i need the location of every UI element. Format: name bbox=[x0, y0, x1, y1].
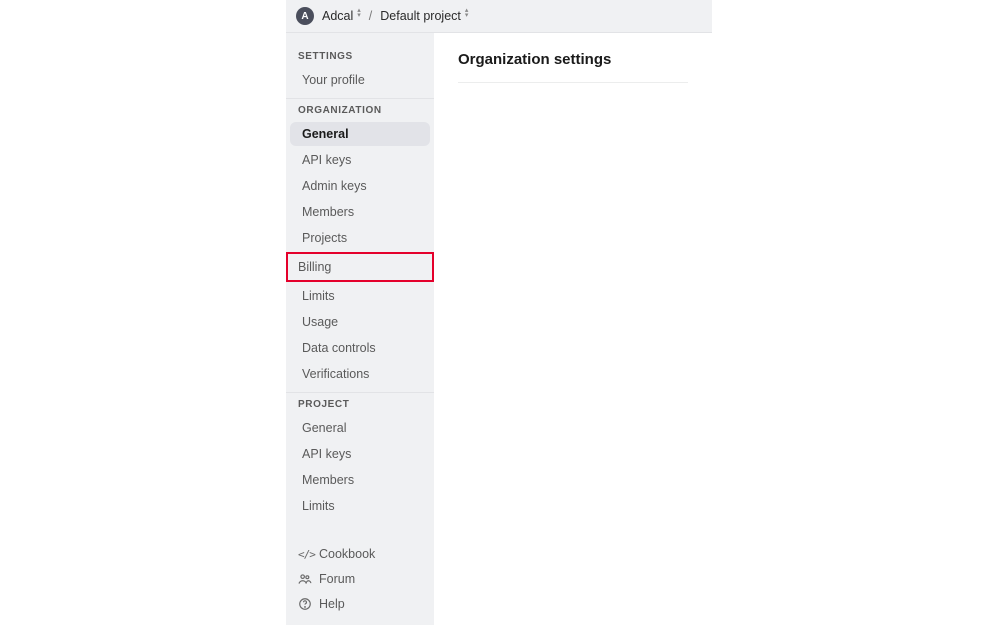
footer-label: Help bbox=[319, 597, 345, 611]
breadcrumb-project-label: Default project bbox=[380, 9, 461, 23]
sidebar-item-projects[interactable]: Projects bbox=[290, 226, 430, 250]
app-container: A Adcal ▴▾ / Default project ▴▾ SETTINGS… bbox=[286, 0, 712, 625]
sidebar-section-settings: SETTINGS Your profile bbox=[286, 47, 434, 99]
help-icon bbox=[298, 597, 312, 611]
sidebar-section-organization: ORGANIZATION General API keys Admin keys… bbox=[286, 101, 434, 393]
section-header: SETTINGS bbox=[286, 47, 434, 68]
sidebar-item-project-api-keys[interactable]: API keys bbox=[290, 442, 430, 466]
main-content: Organization settings bbox=[434, 33, 712, 625]
footer-label: Cookbook bbox=[319, 547, 375, 561]
sidebar-footer: Cookbook Forum Help bbox=[286, 536, 434, 625]
page-title: Organization settings bbox=[458, 51, 688, 83]
sidebar-item-general[interactable]: General bbox=[290, 122, 430, 146]
sidebar-item-your-profile[interactable]: Your profile bbox=[290, 68, 430, 92]
sidebar-item-project-members[interactable]: Members bbox=[290, 468, 430, 492]
footer-label: Forum bbox=[319, 572, 355, 586]
sidebar-item-data-controls[interactable]: Data controls bbox=[290, 336, 430, 360]
section-header: ORGANIZATION bbox=[286, 101, 434, 122]
sidebar-item-verifications[interactable]: Verifications bbox=[290, 362, 430, 386]
footer-forum[interactable]: Forum bbox=[290, 567, 430, 591]
users-icon bbox=[298, 572, 312, 586]
sidebar-item-usage[interactable]: Usage bbox=[290, 310, 430, 334]
sidebar-item-billing[interactable]: Billing bbox=[286, 252, 434, 282]
topbar: A Adcal ▴▾ / Default project ▴▾ bbox=[286, 0, 712, 32]
sidebar: SETTINGS Your profile ORGANIZATION Gener… bbox=[286, 33, 434, 625]
chevrons-up-down-icon: ▴▾ bbox=[465, 11, 469, 21]
body: SETTINGS Your profile ORGANIZATION Gener… bbox=[286, 32, 712, 625]
sidebar-item-api-keys[interactable]: API keys bbox=[290, 148, 430, 172]
sidebar-item-project-limits[interactable]: Limits bbox=[290, 494, 430, 518]
org-avatar[interactable]: A bbox=[296, 7, 314, 25]
sidebar-item-limits[interactable]: Limits bbox=[290, 284, 430, 308]
org-avatar-letter: A bbox=[301, 11, 308, 22]
chevrons-up-down-icon: ▴▾ bbox=[357, 11, 361, 21]
section-header: PROJECT bbox=[286, 395, 434, 416]
code-icon bbox=[298, 547, 312, 561]
breadcrumb-org[interactable]: Adcal ▴▾ bbox=[320, 7, 363, 25]
sidebar-item-admin-keys[interactable]: Admin keys bbox=[290, 174, 430, 198]
footer-help[interactable]: Help bbox=[290, 592, 430, 616]
sidebar-scroll: SETTINGS Your profile ORGANIZATION Gener… bbox=[286, 47, 434, 536]
sidebar-section-project: PROJECT General API keys Members Limits bbox=[286, 395, 434, 524]
breadcrumb-org-label: Adcal bbox=[322, 9, 353, 23]
breadcrumb-separator: / bbox=[369, 9, 372, 23]
sidebar-item-project-general[interactable]: General bbox=[290, 416, 430, 440]
footer-cookbook[interactable]: Cookbook bbox=[290, 542, 430, 566]
breadcrumb-project[interactable]: Default project ▴▾ bbox=[378, 7, 470, 25]
sidebar-item-members[interactable]: Members bbox=[290, 200, 430, 224]
